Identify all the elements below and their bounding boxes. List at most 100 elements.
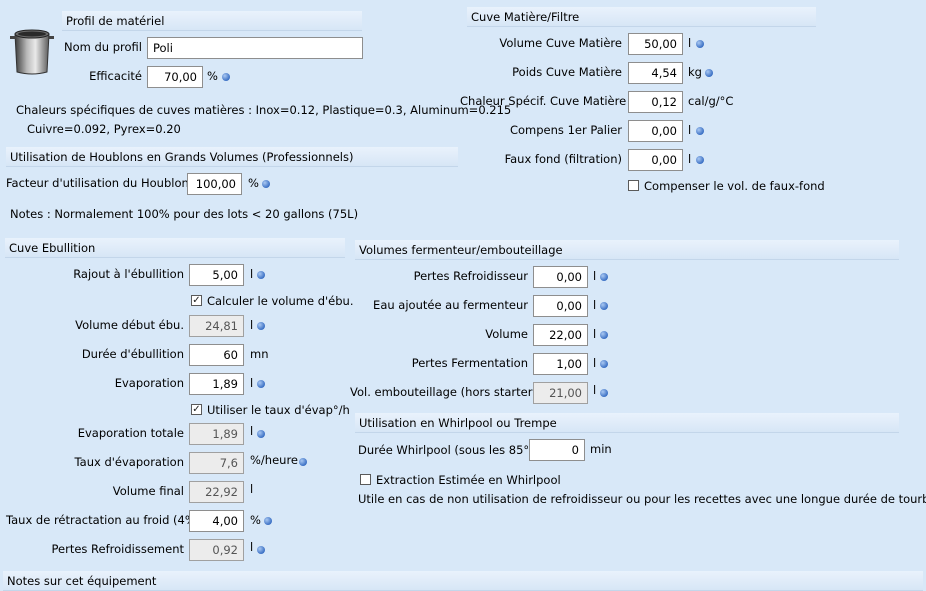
whirlpool-duration-input[interactable]: 0 — [529, 439, 585, 461]
batch-volume-info-icon[interactable] — [600, 331, 608, 339]
total-evaporation-unit: l — [250, 424, 254, 438]
boil-duration-input[interactable]: 60 — [189, 344, 244, 366]
hops-section-header: Utilisation de Houblons en Grands Volume… — [6, 147, 458, 167]
use-evap-rate-checkbox[interactable]: ✓ — [191, 404, 202, 415]
false-bottom-checkbox-label[interactable]: Compenser le vol. de faux-fond — [644, 178, 825, 194]
evap-rate-info-icon[interactable] — [299, 458, 307, 466]
fermenter-water-unit: l — [593, 298, 597, 312]
cold-shrink-input[interactable]: 4,00 — [189, 510, 244, 532]
first-step-comp-info-icon[interactable] — [696, 127, 704, 135]
bottling-volume-label: Vol. embouteillage (hors starter) — [350, 385, 537, 399]
whirlpool-header-text: Utilisation en Whirlpool ou Trempe — [359, 416, 557, 430]
profile-header-text: Profil de matériel — [66, 14, 165, 28]
cold-shrink-label: Taux de rétractation au froid (4%) — [6, 513, 201, 527]
fermentation-loss-label: Pertes Fermentation — [411, 356, 528, 370]
bottling-volume-info-icon[interactable] — [600, 389, 608, 397]
use-evap-rate-label[interactable]: Utiliser le taux d'évap°/h — [207, 402, 350, 418]
calc-boil-volume-checkbox[interactable]: ✓ — [191, 295, 202, 306]
fermentation-loss-unit: l — [593, 356, 597, 370]
mash-tun-volume-label: Volume Cuve Matière — [499, 36, 622, 50]
calc-boil-volume-label[interactable]: Calculer le volume d'ébu. — [207, 293, 354, 309]
cooling-loss-unit: l — [250, 540, 254, 554]
mash-tun-weight-input[interactable]: 4,54 — [628, 62, 683, 84]
fermenter-water-info-icon[interactable] — [600, 302, 608, 310]
profile-name-label: Nom du profil — [64, 40, 142, 54]
profile-name-input[interactable]: Poli — [147, 37, 363, 59]
batch-volume-label: Volume — [485, 327, 528, 341]
hops-header-text: Utilisation de Houblons en Grands Volume… — [10, 150, 354, 164]
fermentation-loss-input[interactable]: 1,00 — [533, 353, 588, 375]
total-evaporation-label: Evaporation totale — [77, 426, 184, 440]
total-evaporation-input[interactable]: 1,89 — [189, 423, 244, 445]
false-bottom-input[interactable]: 0,00 — [628, 149, 683, 171]
evap-rate-label: Taux d'évaporation — [74, 455, 184, 469]
mash-tun-weight-unit: kg — [688, 65, 702, 79]
evaporation-input[interactable]: 1,89 — [189, 373, 244, 395]
efficiency-unit: % — [207, 69, 218, 83]
whirlpool-section-header: Utilisation en Whirlpool ou Trempe — [355, 413, 899, 433]
boil-start-volume-unit: l — [250, 318, 254, 332]
hop-factor-info-icon[interactable] — [262, 180, 270, 188]
efficiency-input[interactable]: 70,00 — [147, 66, 203, 88]
evap-rate-input[interactable]: 7,6 — [189, 452, 244, 474]
hop-factor-input[interactable]: 100,00 — [187, 173, 242, 195]
efficiency-label: Efficacité — [89, 69, 142, 83]
specific-heat-note-1: Chaleurs spécifiques de cuves matières :… — [16, 103, 512, 117]
boil-topup-label: Rajout à l'ébullition — [73, 267, 184, 281]
boil-topup-info-icon[interactable] — [257, 271, 265, 279]
cooling-loss-input[interactable]: 0,92 — [189, 539, 244, 561]
profile-section-header: Profil de matériel — [62, 11, 362, 31]
fermentation-loss-info-icon[interactable] — [600, 360, 608, 368]
cold-shrink-info-icon[interactable] — [264, 517, 272, 525]
mash-tun-volume-input[interactable]: 50,00 — [628, 33, 683, 55]
boil-section-header: Cuve Ebullition — [5, 238, 345, 258]
boil-topup-unit: l — [250, 267, 254, 281]
batch-volume-input[interactable]: 22,00 — [533, 324, 588, 346]
notes-header-text: Notes sur cet équipement — [7, 574, 157, 588]
mash-tun-heat-label: Chaleur Spécif. Cuve Matière — [460, 94, 627, 108]
first-step-comp-unit: l — [688, 123, 692, 137]
mash-tun-section-header: Cuve Matière/Filtre — [467, 7, 816, 27]
final-volume-input[interactable]: 22,92 — [189, 481, 244, 503]
efficiency-info-icon[interactable] — [222, 73, 230, 81]
first-step-comp-label: Compens 1er Palier — [509, 123, 622, 137]
false-bottom-info-icon[interactable] — [696, 156, 704, 164]
chiller-loss-info-icon[interactable] — [600, 273, 608, 281]
evaporation-label: Evaporation — [114, 376, 184, 390]
false-bottom-checkbox[interactable] — [628, 180, 639, 191]
boil-start-volume-info-icon[interactable] — [257, 322, 265, 330]
total-evaporation-info-icon[interactable] — [257, 430, 265, 438]
bottling-volume-unit: l — [593, 383, 597, 397]
evaporation-info-icon[interactable] — [257, 380, 265, 388]
chiller-loss-input[interactable]: 0,00 — [533, 266, 588, 288]
whirlpool-duration-unit: min — [590, 442, 612, 456]
fermenter-water-input[interactable]: 0,00 — [533, 295, 588, 317]
bottling-volume-input[interactable]: 21,00 — [533, 382, 588, 404]
fermenter-section-header: Volumes fermenteur/embouteillage — [355, 240, 899, 260]
whirlpool-extraction-label[interactable]: Extraction Estimée en Whirlpool — [376, 472, 561, 488]
whirlpool-duration-label: Durée Whirlpool (sous les 85°C) — [358, 443, 542, 457]
cooling-loss-info-icon[interactable] — [257, 546, 265, 554]
mash-tun-volume-unit: l — [688, 36, 692, 50]
mash-tun-header-text: Cuve Matière/Filtre — [471, 10, 580, 24]
boil-duration-unit: mn — [250, 347, 269, 361]
mash-tun-volume-info-icon[interactable] — [696, 40, 704, 48]
boil-topup-input[interactable]: 5,00 — [189, 264, 244, 286]
whirlpool-extraction-checkbox[interactable] — [360, 474, 371, 485]
evap-rate-unit: %/heure — [250, 453, 299, 467]
final-volume-unit: l — [250, 482, 254, 496]
whirlpool-note: Utile en cas de non utilisation de refro… — [358, 492, 926, 506]
mash-tun-heat-input[interactable]: 0,12 — [628, 91, 683, 113]
evaporation-unit: l — [250, 376, 254, 390]
specific-heat-note-2: Cuivre=0.092, Pyrex=0.20 — [27, 122, 181, 136]
mash-tun-weight-info-icon[interactable] — [705, 69, 713, 77]
final-volume-label: Volume final — [112, 484, 184, 498]
first-step-comp-input[interactable]: 0,00 — [628, 120, 683, 142]
mash-tun-heat-unit: cal/g/°C — [688, 94, 734, 108]
boil-start-volume-label: Volume début ébu. — [75, 318, 184, 332]
notes-section-header: Notes sur cet équipement — [3, 571, 923, 591]
fermenter-header-text: Volumes fermenteur/embouteillage — [359, 243, 563, 257]
fermenter-water-label: Eau ajoutée au fermenteur — [373, 298, 528, 312]
boil-start-volume-input[interactable]: 24,81 — [189, 315, 244, 337]
mash-tun-weight-label: Poids Cuve Matière — [512, 65, 622, 79]
